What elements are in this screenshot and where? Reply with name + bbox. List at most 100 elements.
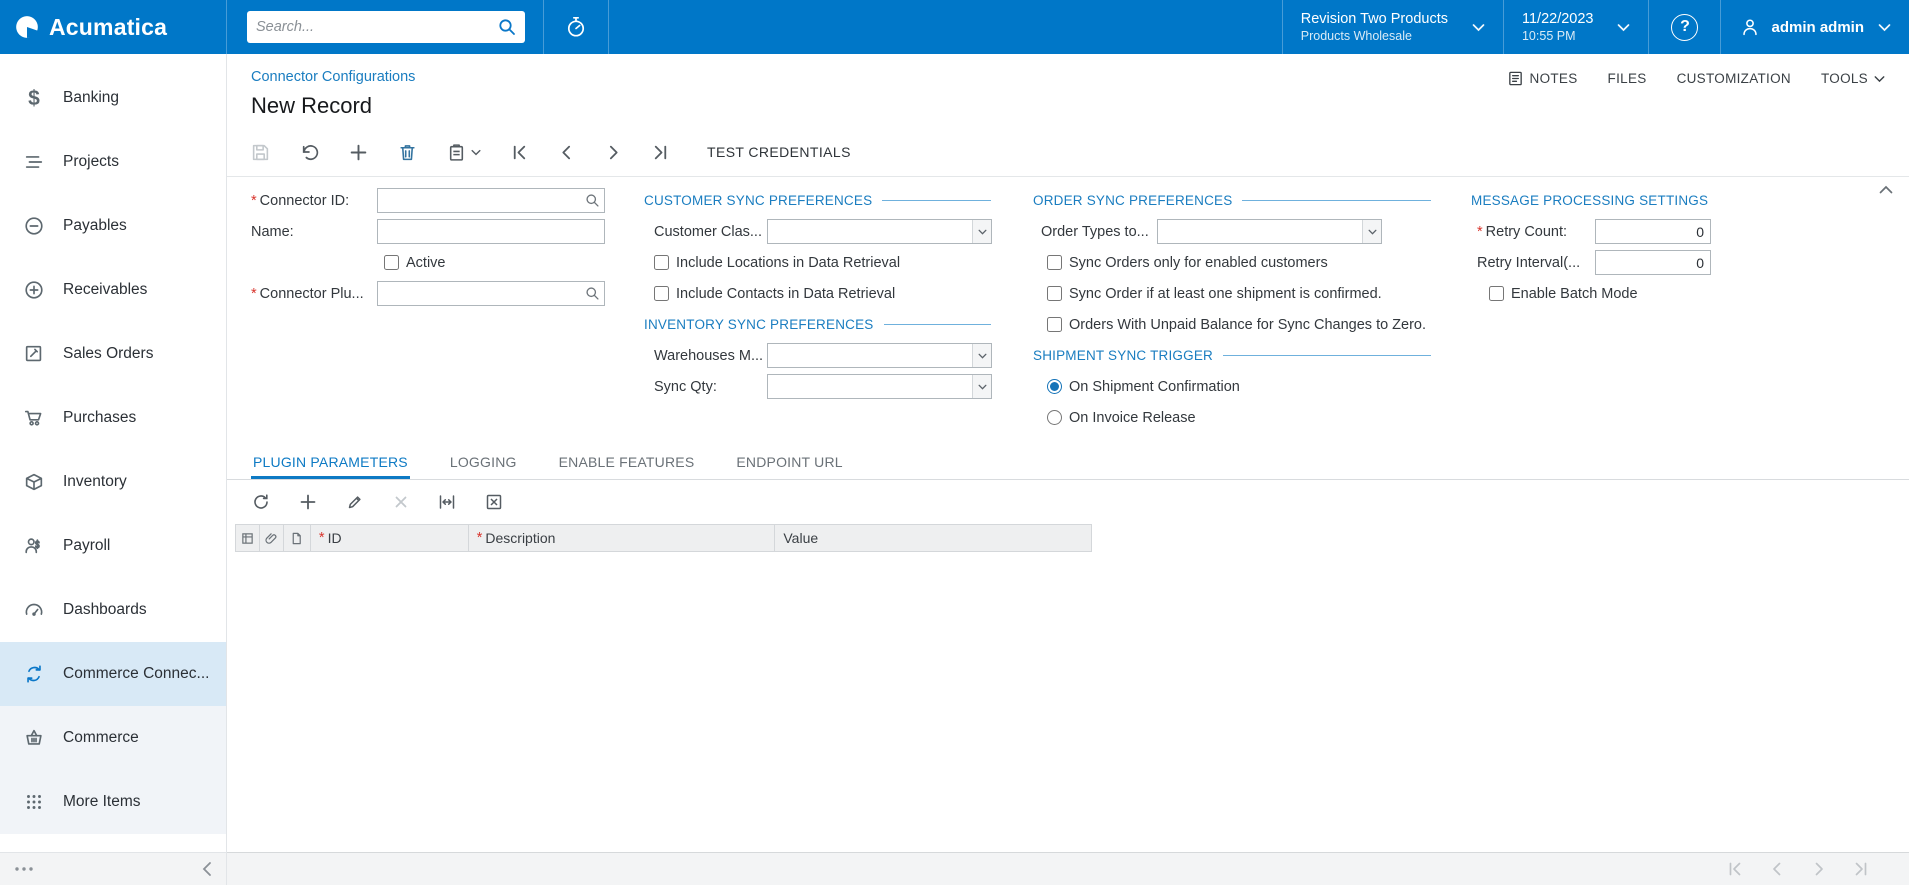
shipment-confirmed-checkbox[interactable]	[1047, 286, 1062, 301]
test-credentials-button[interactable]: TEST CREDENTIALS	[707, 144, 851, 160]
chevron-down-icon	[978, 229, 986, 235]
more-options-icon[interactable]	[14, 866, 34, 872]
unpaid-balance-checkbox[interactable]	[1047, 317, 1062, 332]
last-record-icon	[654, 145, 667, 159]
company-name: Revision Two Products	[1300, 10, 1448, 27]
user-menu[interactable]: admin admin	[1720, 0, 1909, 54]
save-button[interactable]	[251, 143, 270, 162]
page-last-button[interactable]	[1853, 861, 1869, 877]
tools-button[interactable]: TOOLS	[1821, 71, 1885, 86]
sidebar-item-banking[interactable]: $ Banking	[0, 66, 226, 130]
retry-count-input[interactable]	[1595, 219, 1711, 244]
refresh-button[interactable]	[252, 493, 270, 511]
x-icon	[395, 496, 407, 508]
unpaid-balance-label: Orders With Unpaid Balance for Sync Chan…	[1069, 316, 1427, 333]
user-name: admin admin	[1771, 18, 1864, 36]
projects-icon	[25, 156, 43, 168]
go-prev-button[interactable]	[558, 144, 575, 161]
row-settings-column-header[interactable]	[236, 525, 260, 551]
sync-qty-select[interactable]	[767, 374, 992, 399]
chevron-down-icon	[978, 353, 986, 359]
fit-columns-button[interactable]	[438, 493, 456, 511]
sidebar-item-purchases[interactable]: Purchases	[0, 386, 226, 450]
page-first-button[interactable]	[1727, 861, 1743, 877]
sidebar-item-sales-orders[interactable]: Sales Orders	[0, 322, 226, 386]
sidebar-item-commerce[interactable]: Commerce	[0, 706, 226, 770]
column-header-description[interactable]: * Description	[469, 525, 776, 551]
attachments-column-header[interactable]	[260, 525, 284, 551]
tab-logging[interactable]: LOGGING	[448, 448, 519, 479]
sidebar-item-inventory[interactable]: Inventory	[0, 450, 226, 514]
acumatica-logo[interactable]: Acumatica	[0, 0, 227, 54]
customization-button[interactable]: CUSTOMIZATION	[1677, 71, 1791, 86]
customer-class-select[interactable]	[767, 219, 992, 244]
trash-icon	[400, 144, 415, 160]
plus-icon	[300, 494, 316, 510]
active-checkbox[interactable]	[384, 255, 399, 270]
datetime-selector[interactable]: 11/22/2023 10:55 PM	[1502, 0, 1649, 54]
page-prev-button[interactable]	[1769, 861, 1785, 877]
chevron-down-icon	[1618, 23, 1630, 31]
company-selector[interactable]: Revision Two Products Products Wholesale	[1281, 0, 1503, 54]
clipboard-button[interactable]	[447, 143, 481, 162]
go-first-button[interactable]	[511, 144, 528, 161]
stopwatch-icon	[567, 16, 585, 37]
business-date-button[interactable]	[543, 0, 609, 54]
sidebar-item-projects[interactable]: Projects	[0, 130, 226, 194]
sidebar-item-dashboards[interactable]: Dashboards	[0, 578, 226, 642]
page-next-button[interactable]	[1811, 861, 1827, 877]
delete-row-button[interactable]	[393, 494, 409, 510]
sidebar-item-more-items[interactable]: More Items	[0, 770, 226, 834]
retry-interval-input[interactable]	[1595, 250, 1711, 275]
first-page-icon	[1729, 862, 1741, 876]
sidebar-item-receivables[interactable]: Receivables	[0, 258, 226, 322]
box-icon	[25, 473, 43, 491]
sidebar-item-commerce-connectors[interactable]: Commerce Connec...	[0, 642, 226, 706]
warehouses-select[interactable]	[767, 343, 992, 368]
export-excel-button[interactable]	[485, 493, 503, 511]
name-input[interactable]	[377, 219, 605, 244]
delete-record-button[interactable]	[398, 143, 417, 162]
notes-column-header[interactable]	[284, 525, 311, 551]
add-row-button[interactable]	[299, 493, 317, 511]
column-header-id[interactable]: * ID	[311, 525, 469, 551]
sidebar-item-label: Commerce Connec...	[63, 665, 210, 682]
include-contacts-checkbox[interactable]	[654, 286, 669, 301]
files-label: FILES	[1607, 71, 1647, 86]
connector-plugin-input[interactable]	[377, 281, 605, 306]
enable-batch-checkbox[interactable]	[1489, 286, 1504, 301]
search-icon[interactable]	[498, 18, 516, 36]
on-invoice-radio[interactable]	[1047, 410, 1062, 425]
order-types-label: Order Types to...	[1041, 223, 1149, 240]
top-bar: Acumatica Revision Two Products Products…	[0, 0, 1909, 54]
shipment-trigger-section-title: SHIPMENT SYNC TRIGGER	[1033, 340, 1471, 371]
sidebar-item-label: Purchases	[63, 409, 137, 426]
search-input[interactable]	[256, 19, 498, 35]
go-last-button[interactable]	[652, 144, 669, 161]
collapse-panel-button[interactable]	[1879, 185, 1893, 194]
include-locations-checkbox[interactable]	[654, 255, 669, 270]
edit-row-button[interactable]	[346, 493, 364, 511]
sidebar-item-payroll[interactable]: Payroll	[0, 514, 226, 578]
fit-width-icon	[439, 495, 455, 509]
tab-enable-features[interactable]: ENABLE FEATURES	[557, 448, 697, 479]
enabled-customers-checkbox[interactable]	[1047, 255, 1062, 270]
record-toolbar: TEST CREDENTIALS	[227, 128, 1909, 176]
order-types-select[interactable]	[1157, 219, 1382, 244]
tab-endpoint-url[interactable]: ENDPOINT URL	[734, 448, 844, 479]
on-shipment-radio[interactable]	[1047, 379, 1062, 394]
add-record-button[interactable]	[349, 143, 368, 162]
files-button[interactable]: FILES	[1608, 71, 1647, 86]
undo-button[interactable]	[300, 143, 319, 162]
notes-button[interactable]: NOTES	[1507, 70, 1578, 87]
help-button[interactable]: ?	[1648, 0, 1720, 54]
first-record-icon	[513, 145, 526, 159]
breadcrumb[interactable]: Connector Configurations	[251, 69, 415, 85]
collapse-sidebar-icon[interactable]	[202, 861, 212, 877]
column-header-value[interactable]: Value	[775, 525, 1092, 551]
go-next-button[interactable]	[605, 144, 622, 161]
connector-id-input[interactable]	[377, 188, 605, 213]
sidebar-item-payables[interactable]: Payables	[0, 194, 226, 258]
tab-plugin-parameters[interactable]: PLUGIN PARAMETERS	[251, 448, 410, 479]
clipboard-icon	[449, 143, 464, 161]
